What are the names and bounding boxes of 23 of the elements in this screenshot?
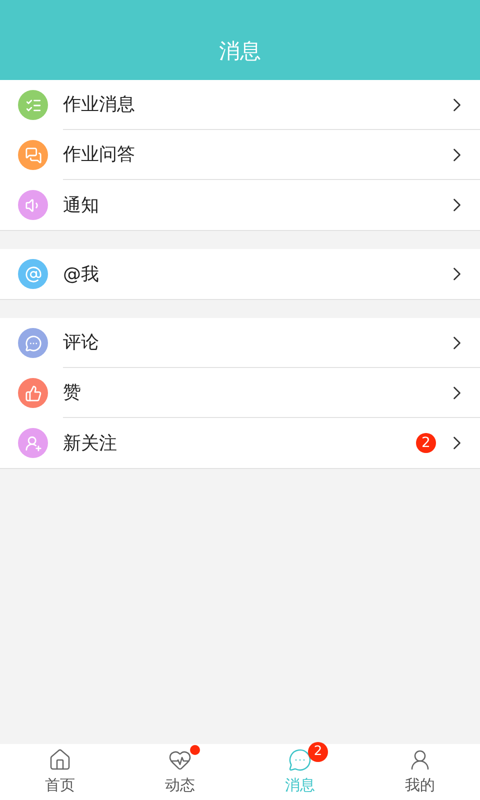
item-label: 评论 xyxy=(63,331,100,355)
item-label: 通知 xyxy=(63,194,100,218)
list-item[interactable]: 评论 xyxy=(0,318,480,368)
item-label: @我 xyxy=(63,262,100,286)
page-title: 消息 xyxy=(219,38,261,64)
list-item[interactable]: @我 xyxy=(0,249,480,299)
home-icon xyxy=(48,748,72,772)
list-item[interactable]: 作业问答 xyxy=(0,130,480,180)
tab-item[interactable]: 动态 xyxy=(120,744,240,800)
list-item[interactable]: 通知 xyxy=(0,180,480,230)
item-label: 作业消息 xyxy=(63,93,136,117)
list-item[interactable]: 作业消息 xyxy=(0,80,480,130)
chat-icon xyxy=(288,748,312,772)
item-label: 作业问答 xyxy=(63,143,136,167)
item-label: 新关注 xyxy=(63,432,118,456)
count-badge: 2 xyxy=(416,433,436,453)
tab-item[interactable]: 首页 xyxy=(0,744,120,800)
item-label: 赞 xyxy=(63,381,82,405)
list-item[interactable]: 新关注 2 xyxy=(0,418,480,468)
tab-item[interactable]: 我的 xyxy=(360,744,480,800)
count-badge: 2 xyxy=(308,742,328,762)
list-item[interactable]: 赞 xyxy=(0,368,480,418)
tab-item[interactable]: 2 消息 xyxy=(240,744,360,800)
